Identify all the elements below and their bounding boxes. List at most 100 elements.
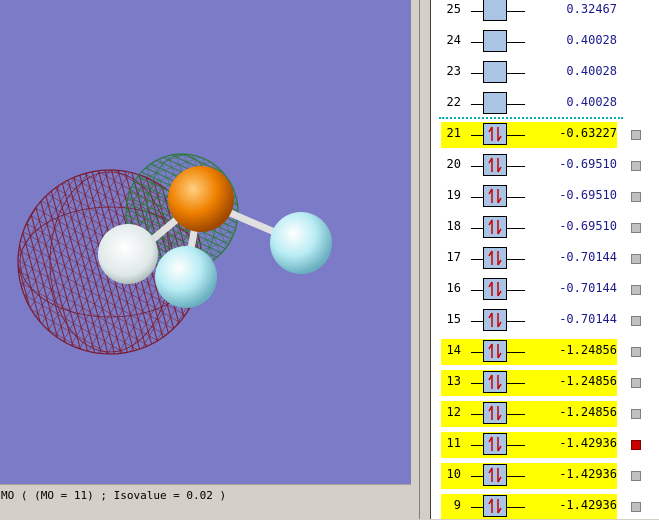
electron-pair-icon [488,374,502,390]
orbital-box[interactable] [483,340,507,362]
mo-energy: -1.24856 [559,405,617,419]
mo-energy: -0.69510 [559,188,617,202]
mo-row[interactable]: 11 -1.42936 [431,430,659,459]
orbital-box[interactable] [483,92,507,114]
mo-number: 23 [446,64,461,78]
mo-checkbox[interactable] [631,254,641,264]
mo-row[interactable]: 18 -0.69510 [431,213,659,242]
mo-energy: -1.42936 [559,467,617,481]
mo-energy: -0.70144 [559,312,617,326]
mo-row[interactable]: 19 -0.69510 [431,182,659,211]
mo-row[interactable]: 9 -1.42936 [431,492,659,519]
mo-number: 24 [446,33,461,47]
mo-checkbox[interactable] [631,378,641,388]
molecule-render [17,153,332,355]
mo-number: 20 [446,157,461,171]
mo-row[interactable]: 15 -0.70144 [431,306,659,335]
mo-number: 11 [446,436,461,450]
mo-energy: -0.69510 [559,219,617,233]
orbital-box[interactable] [483,123,507,145]
status-text: MO ( (MO = 11) ; Isovalue = 0.02 ) [1,489,227,502]
orbital-box[interactable] [483,185,507,207]
mo-checkbox[interactable] [631,130,641,140]
mo-energy: -0.70144 [559,281,617,295]
orbital-box[interactable] [483,247,507,269]
mo-row[interactable]: 10 -1.42936 [431,461,659,490]
mo-checkbox[interactable] [631,161,641,171]
mo-energy: -1.42936 [559,498,617,512]
mo-number: 13 [446,374,461,388]
mo-checkbox[interactable] [631,316,641,326]
electron-pair-icon [488,312,502,328]
mo-row[interactable]: 17 -0.70144 [431,244,659,273]
mo-energy: 0.40028 [566,95,617,109]
mo-number: 22 [446,95,461,109]
homo-lumo-separator [439,117,623,119]
panel-splitter[interactable] [411,0,431,519]
mo-row[interactable]: 14 -1.24856 [431,337,659,366]
mo-energy: -0.63227 [559,126,617,140]
orbital-box[interactable] [483,0,507,21]
mo-energy: -1.24856 [559,374,617,388]
mo-row[interactable]: 12 -1.24856 [431,399,659,428]
mo-row[interactable]: 16 -0.70144 [431,275,659,304]
orbital-box[interactable] [483,309,507,331]
orbital-box[interactable] [483,216,507,238]
mo-row[interactable]: 24 0.40028 [431,27,659,56]
orbital-box[interactable] [483,61,507,83]
mo-row[interactable]: 21 -0.63227 [431,120,659,149]
orbital-box[interactable] [483,154,507,176]
mo-row[interactable]: 25 0.32467 [431,0,659,25]
orbital-box[interactable] [483,402,507,424]
mo-checkbox[interactable] [631,285,641,295]
mo-number: 19 [446,188,461,202]
electron-pair-icon [488,188,502,204]
electron-pair-icon [488,467,502,483]
mo-energy: -0.69510 [559,157,617,171]
h-atom-right [270,212,332,274]
orbital-box[interactable] [483,464,507,486]
electron-pair-icon [488,343,502,359]
mo-selected-checkbox[interactable] [631,440,641,450]
orbital-box[interactable] [483,278,507,300]
mo-energy: 0.32467 [566,2,617,16]
mo-number: 21 [446,126,461,140]
electron-pair-icon [488,436,502,452]
mo-number: 18 [446,219,461,233]
mo-row[interactable]: 22 0.40028 [431,89,659,118]
mo-checkbox[interactable] [631,409,641,419]
mo-number: 12 [446,405,461,419]
mo-checkbox[interactable] [631,347,641,357]
central-atom [168,166,234,232]
mo-checkbox[interactable] [631,502,641,512]
electron-pair-icon [488,281,502,297]
mo-energy-panel[interactable]: 25 0.32467 24 0.40028 23 0.40028 22 0.40028 21 -0… [431,0,659,519]
mo-number: 9 [453,498,461,512]
mo-number: 15 [446,312,461,326]
mo-row[interactable]: 23 0.40028 [431,58,659,87]
mo-energy: -1.24856 [559,343,617,357]
mo-energy: 0.40028 [566,33,617,47]
mo-checkbox[interactable] [631,223,641,233]
mo-energy: 0.40028 [566,64,617,78]
orbital-box[interactable] [483,495,507,517]
mo-energy: -0.70144 [559,250,617,264]
electron-pair-icon [488,405,502,421]
mo-checkbox[interactable] [631,192,641,202]
mo-checkbox[interactable] [631,471,641,481]
molecule-viewport[interactable] [0,0,411,484]
mo-number: 17 [446,250,461,264]
orbital-box[interactable] [483,30,507,52]
electron-pair-icon [488,498,502,514]
electron-pair-icon [488,250,502,266]
orbital-box[interactable] [483,371,507,393]
h-atom-front [155,246,217,308]
mo-row[interactable]: 13 -1.24856 [431,368,659,397]
mo-number: 25 [446,2,461,16]
mo-number: 16 [446,281,461,295]
orbital-box[interactable] [483,433,507,455]
electron-pair-icon [488,126,502,142]
mo-row[interactable]: 20 -0.69510 [431,151,659,180]
electron-pair-icon [488,219,502,235]
splitter-edge [419,0,420,519]
